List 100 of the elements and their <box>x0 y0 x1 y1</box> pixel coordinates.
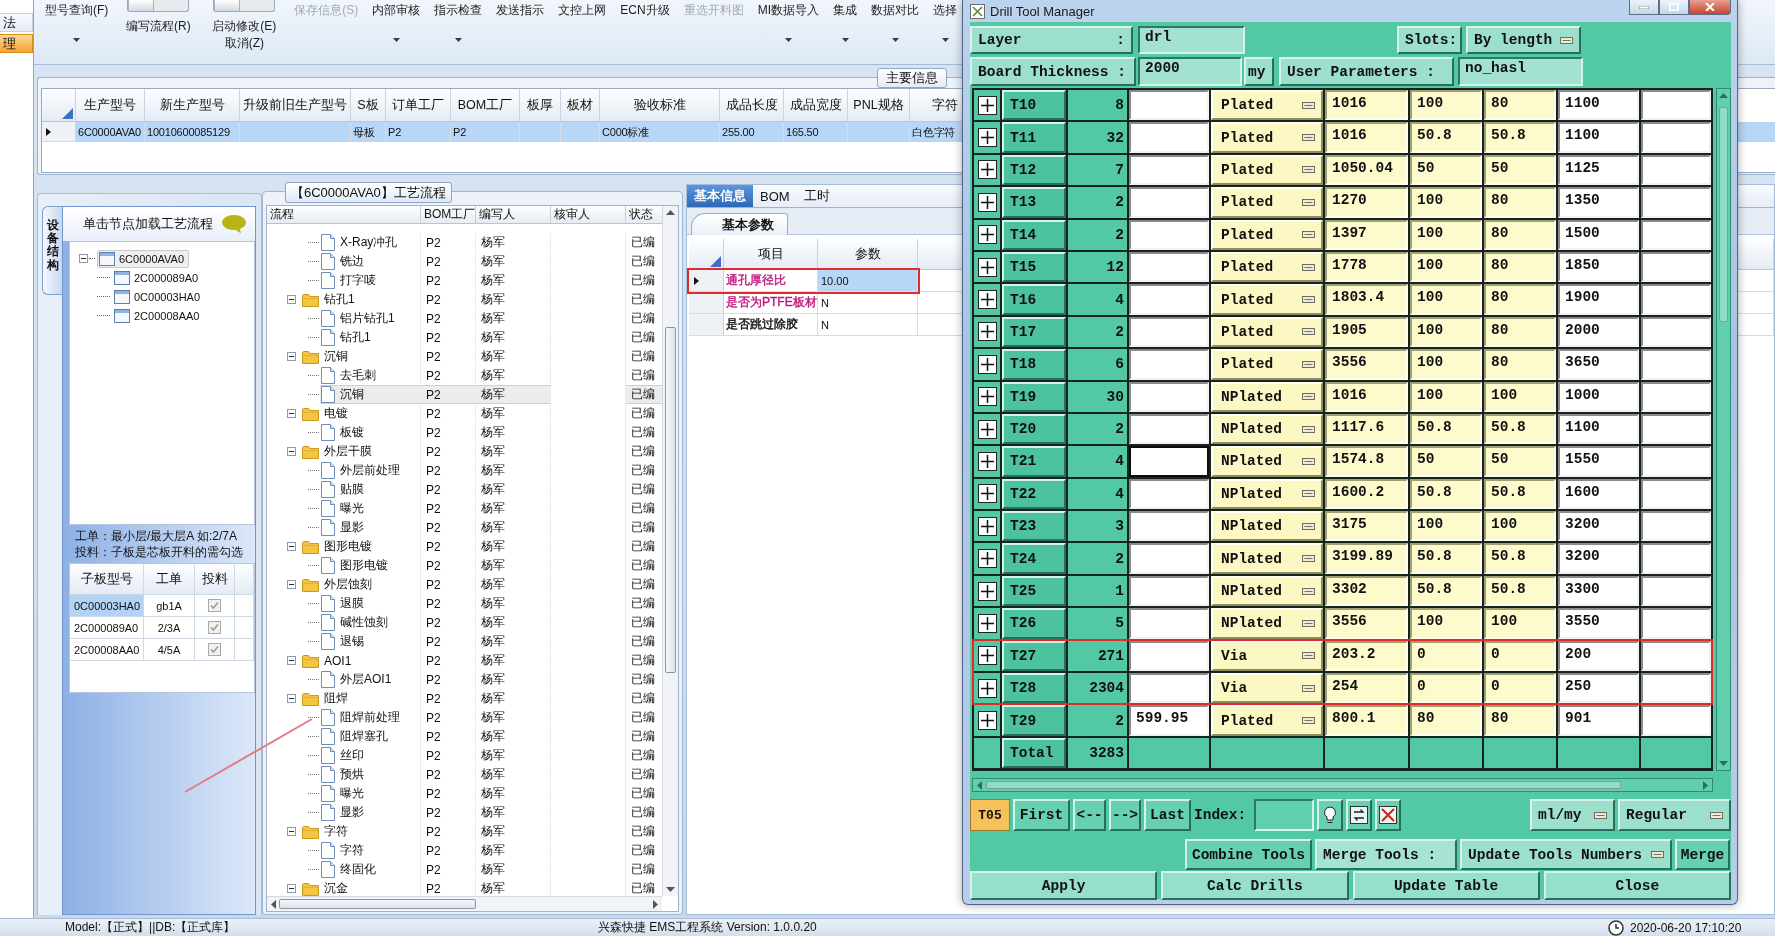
ribbon-button[interactable]: 型号查询(F) <box>43 2 111 19</box>
caret-down-icon[interactable] <box>891 38 899 42</box>
input-field[interactable] <box>1129 478 1209 510</box>
tree-node[interactable]: 退膜 <box>320 594 420 613</box>
input-field[interactable]: 50 <box>1484 154 1556 186</box>
input-field[interactable]: 599.95 <box>1129 705 1209 736</box>
minimize-button[interactable] <box>1629 0 1659 15</box>
type-dropdown[interactable]: NPlated <box>1211 381 1323 412</box>
input-field[interactable]: 1905 <box>1325 316 1408 348</box>
input-field[interactable]: 50.8 <box>1484 543 1556 574</box>
input-field[interactable]: 100 <box>1484 608 1556 639</box>
scroll-up-icon[interactable] <box>666 210 675 215</box>
tool-button[interactable]: T27 <box>1002 640 1066 672</box>
input-field[interactable]: 1500 <box>1558 219 1639 250</box>
caret-down-icon[interactable] <box>392 38 400 42</box>
input-field[interactable]: 50.8 <box>1410 575 1482 607</box>
input-field[interactable] <box>1129 219 1209 250</box>
input-field[interactable] <box>1129 543 1209 574</box>
expand-button[interactable] <box>974 705 1000 736</box>
scroll-down-icon[interactable] <box>1719 761 1728 766</box>
tool-button[interactable]: T22 <box>1002 478 1066 510</box>
input-field[interactable]: 1900 <box>1558 284 1639 315</box>
collapse-icon[interactable] <box>287 352 296 361</box>
collapse-icon[interactable] <box>287 447 296 456</box>
input-field[interactable] <box>1641 284 1711 315</box>
tab[interactable]: 工时 <box>796 185 837 207</box>
input-field[interactable]: 50 <box>1410 154 1482 186</box>
input-field[interactable] <box>1641 446 1711 477</box>
input-field[interactable]: 1850 <box>1558 251 1639 283</box>
nav-button[interactable]: --> <box>1109 799 1141 831</box>
ribbon-button[interactable]: MI数据导入 <box>755 2 821 19</box>
type-dropdown[interactable]: Plated <box>1211 122 1323 153</box>
input-field[interactable]: 3650 <box>1558 349 1639 380</box>
tree-node[interactable]: 2C000089A0 <box>112 268 204 287</box>
input-field[interactable] <box>1129 413 1209 445</box>
tree-node[interactable]: 预烘 <box>320 765 420 784</box>
vertical-scrollbar[interactable] <box>1716 88 1731 771</box>
input-field[interactable]: 80 <box>1484 284 1556 315</box>
tool-button[interactable]: T29 <box>1002 705 1066 736</box>
input-field[interactable]: 100 <box>1410 251 1482 283</box>
checkbox[interactable] <box>208 599 221 612</box>
input-field[interactable] <box>1129 349 1209 380</box>
input-field[interactable]: 1550 <box>1558 446 1639 477</box>
expand-button[interactable] <box>974 673 1000 704</box>
tree-node[interactable]: 钻孔1 <box>320 328 420 347</box>
tab[interactable]: BOM <box>753 185 797 207</box>
input-field[interactable]: 50.8 <box>1484 575 1556 607</box>
tree-node[interactable]: 板镀 <box>320 423 420 442</box>
tool-button[interactable]: T28 <box>1002 673 1066 704</box>
slots-dropdown[interactable]: By length <box>1466 26 1581 54</box>
input-field[interactable] <box>1129 446 1209 477</box>
collapse-icon[interactable] <box>287 827 296 836</box>
input-field[interactable]: 1100 <box>1558 90 1639 121</box>
expand-button[interactable] <box>974 90 1000 121</box>
expand-button[interactable] <box>974 316 1000 348</box>
column-header[interactable]: PNL规格 <box>848 89 910 122</box>
tool-button[interactable]: T23 <box>1002 511 1066 542</box>
tree-node[interactable]: 退锡 <box>320 632 420 651</box>
input-field[interactable] <box>1129 608 1209 639</box>
input-field[interactable]: 100 <box>1410 608 1482 639</box>
action-button[interactable]: Apply <box>970 871 1158 900</box>
tree-node[interactable]: 终固化 <box>320 860 420 879</box>
tool-button[interactable]: T15 <box>1002 251 1066 283</box>
collapse-icon[interactable] <box>287 542 296 551</box>
input-field[interactable]: 1100 <box>1558 413 1639 445</box>
ribbon-button[interactable]: 数据对比 <box>869 2 921 19</box>
input-field[interactable] <box>1641 219 1711 250</box>
input-field[interactable]: 1016 <box>1325 122 1408 153</box>
input-field[interactable]: 1600 <box>1558 478 1639 510</box>
input-field[interactable]: 80 <box>1410 705 1482 736</box>
input-field[interactable]: 1350 <box>1558 187 1639 218</box>
input-field[interactable] <box>1641 640 1711 672</box>
input-field[interactable]: 100 <box>1410 316 1482 348</box>
input-field[interactable]: 50 <box>1484 446 1556 477</box>
input-field[interactable]: 0 <box>1410 640 1482 672</box>
tree-node[interactable]: 字符 <box>320 841 420 860</box>
input-field[interactable]: 1117.6 <box>1325 413 1408 445</box>
table-cell[interactable]: 2C00008AA0 <box>70 639 144 661</box>
scrollbar-thumb[interactable] <box>665 327 676 673</box>
tree-node[interactable]: 显影 <box>320 803 420 822</box>
ribbon-button[interactable]: 指示检查 <box>432 2 485 19</box>
column-header[interactable]: 编写人 <box>476 206 551 224</box>
caret-down-icon[interactable] <box>941 38 949 42</box>
tool-button[interactable]: T26 <box>1002 608 1066 639</box>
ribbon-button[interactable]: 启动修改(E) <box>210 18 279 35</box>
tree-node[interactable]: 丝印 <box>320 746 420 765</box>
merge-mode-dropdown[interactable]: Update Tools Numbers <box>1460 839 1672 870</box>
bulb-button[interactable] <box>1317 799 1343 831</box>
tree-node[interactable]: 外层前处理 <box>320 461 420 480</box>
input-field[interactable]: 80 <box>1484 705 1556 736</box>
input-field[interactable]: 50.8 <box>1410 478 1482 510</box>
input-field[interactable]: 1397 <box>1325 219 1408 250</box>
tree-node[interactable]: 碱性蚀刻 <box>320 613 420 632</box>
input-field[interactable] <box>1129 673 1209 704</box>
input-field[interactable]: 80 <box>1484 90 1556 121</box>
input-field[interactable] <box>1129 511 1209 542</box>
collapse-icon[interactable] <box>287 409 296 418</box>
input-field[interactable]: 1803.4 <box>1325 284 1408 315</box>
input-field[interactable]: 1125 <box>1558 154 1639 186</box>
nav-item[interactable]: 理 <box>0 34 33 53</box>
